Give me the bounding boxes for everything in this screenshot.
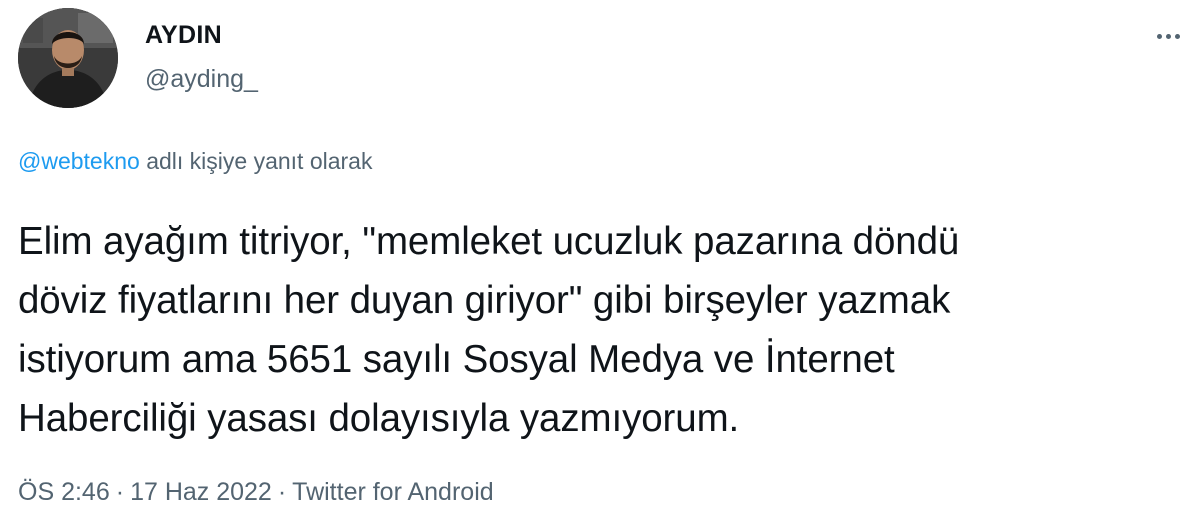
more-horizontal-icon — [1157, 33, 1162, 39]
tweet-text: Elim ayağım titriyor, "memleket ucuzluk … — [18, 212, 1188, 448]
meta-separator: · — [115, 478, 125, 506]
more-horizontal-icon — [1175, 33, 1180, 39]
reply-context-text: adlı kişiye yanıt olarak — [139, 148, 373, 174]
more-horizontal-icon — [1166, 33, 1171, 39]
avatar[interactable] — [18, 8, 118, 108]
meta-separator: · — [277, 478, 287, 506]
reply-context: @webtekno adlı kişiye yanıt olarak — [18, 146, 372, 176]
more-options-button[interactable] — [1140, 24, 1180, 48]
tweet-date[interactable]: 17 Haz 2022 — [130, 478, 272, 506]
tweet-text-line: Haberciliği yasası dolayısıyla yazmıyoru… — [18, 397, 740, 440]
author-username[interactable]: @ayding_ — [145, 64, 258, 94]
tweet-text-line: döviz fiyatlarını her duyan giriyor" gib… — [18, 279, 951, 322]
tweet-time[interactable]: ÖS 2:46 — [18, 478, 110, 506]
author-display-name[interactable]: AYDIN — [145, 20, 222, 50]
tweet-card: AYDIN @ayding_ @webtekno adlı kişiye yan… — [0, 0, 1200, 523]
tweet-text-line: Elim ayağım titriyor, "memleket ucuzluk … — [18, 220, 960, 263]
tweet-meta: ÖS 2:46 · 17 Haz 2022 · Twitter for Android — [18, 476, 494, 508]
tweet-text-line: istiyorum ama 5651 sayılı Sosyal Medya v… — [18, 338, 895, 381]
reply-mention-link[interactable]: @webtekno — [18, 148, 140, 174]
avatar-photo — [18, 8, 118, 108]
tweet-source[interactable]: Twitter for Android — [292, 478, 493, 506]
